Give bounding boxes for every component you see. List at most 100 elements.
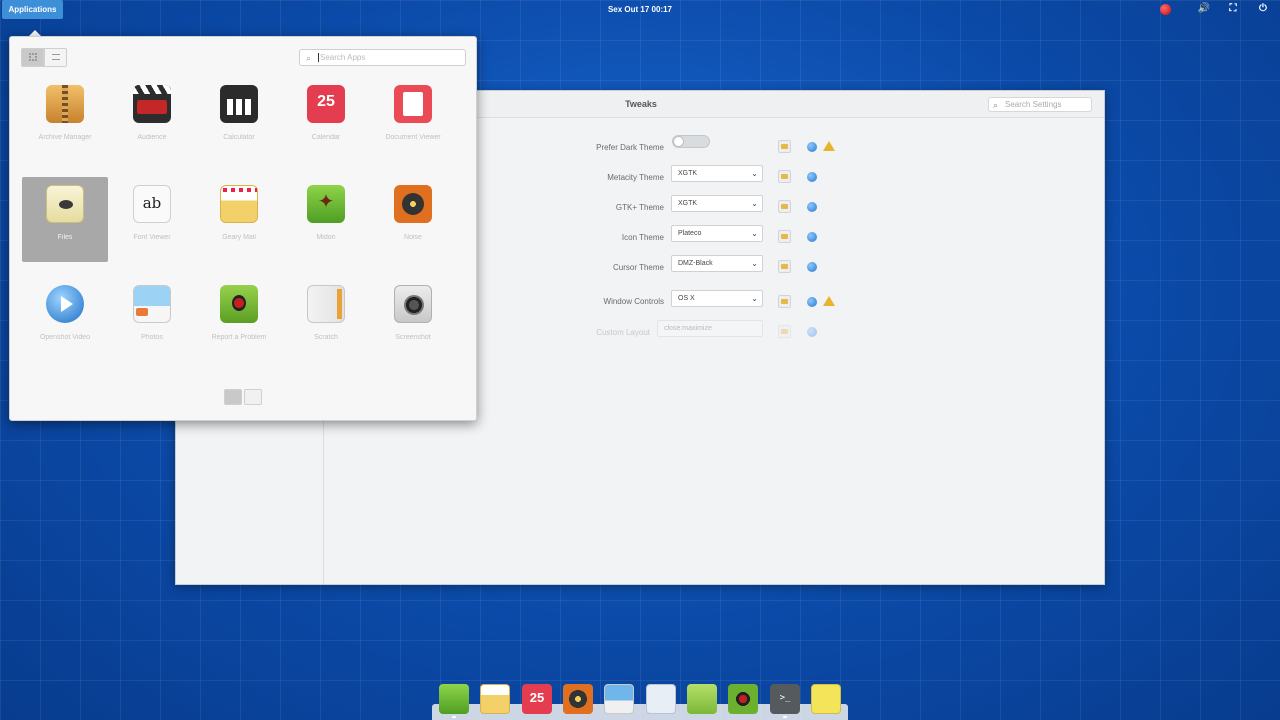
open-folder-button[interactable] <box>778 200 791 213</box>
text-cursor <box>318 53 319 62</box>
app-search-input[interactable]: ⌕ Search Apps <box>299 49 466 66</box>
font-viewer-icon: ab <box>133 185 171 223</box>
dock-mail-icon[interactable] <box>480 684 510 714</box>
dock-music-icon[interactable] <box>563 684 593 714</box>
combo-value: XGTK <box>678 200 698 207</box>
network-icon[interactable]: ⛶ <box>1226 3 1240 17</box>
screenshot-icon <box>394 285 432 323</box>
app-tile-noise[interactable]: Noise <box>370 177 456 262</box>
app-label: Openshot Video <box>39 334 91 341</box>
dock-photos-icon[interactable] <box>604 684 634 714</box>
app-tile-scratch[interactable]: Scratch <box>283 277 369 362</box>
custom-layout-input: close:maximize <box>657 320 763 337</box>
settings-search-placeholder: Search Settings <box>1005 100 1062 109</box>
chevron-down-icon: ⌄ <box>751 259 758 268</box>
global-setting-icon[interactable] <box>807 262 817 272</box>
dock-bug-icon[interactable] <box>728 684 758 714</box>
setting-label: GTK+ Theme <box>615 203 664 212</box>
notification-icon[interactable] <box>1158 3 1172 17</box>
dock-notes-icon[interactable] <box>811 684 841 714</box>
document-viewer-icon <box>394 85 432 123</box>
settings-search-input[interactable]: ⌕ Search Settings <box>988 97 1092 112</box>
app-label: Geary Mail <box>222 234 256 241</box>
page-2-button[interactable] <box>244 389 262 405</box>
app-label: Midori <box>316 234 336 241</box>
scratch-icon <box>307 285 345 323</box>
dock-midori-icon[interactable] <box>439 684 469 714</box>
setting-label: Cursor Theme <box>613 263 664 272</box>
dock-terminal-icon[interactable]: >_ <box>770 684 800 714</box>
files-icon <box>46 185 84 223</box>
app-tile-midori[interactable]: Midori <box>283 177 369 262</box>
video-player-icon <box>46 285 84 323</box>
app-tile-archive-manager[interactable]: Archive Manager <box>22 77 108 162</box>
noise-icon <box>394 185 432 223</box>
global-setting-icon[interactable] <box>807 232 817 242</box>
dock: 25 >_ <box>432 678 848 720</box>
global-setting-icon[interactable] <box>807 202 817 212</box>
combo-value: OS X <box>678 295 695 302</box>
search-icon: ⌕ <box>306 53 312 63</box>
window-title: Tweaks <box>625 99 657 109</box>
global-setting-icon[interactable] <box>807 172 817 182</box>
combo-value: close:maximize <box>664 325 712 332</box>
applications-button[interactable]: Applications <box>2 0 63 36</box>
open-folder-button[interactable] <box>778 170 791 183</box>
dock-switchboard-icon[interactable] <box>646 684 676 714</box>
dock-calendar-icon[interactable]: 25 <box>522 684 552 714</box>
setting-label: Icon Theme <box>621 233 664 242</box>
app-tile-calendar[interactable]: 25 Calendar <box>283 77 369 162</box>
gtk-theme-select[interactable]: XGTK ⌄ <box>671 195 763 212</box>
app-label: Noise <box>404 234 422 241</box>
app-tile-geary-mail[interactable]: Geary Mail <box>196 177 282 262</box>
global-setting-icon <box>807 327 817 337</box>
app-tile-document-viewer[interactable]: Document Viewer <box>370 77 456 162</box>
app-label: Scratch <box>314 334 338 341</box>
applications-menu: ⌕ Search Apps Archive Manager Audience C… <box>9 36 477 421</box>
open-folder-button[interactable] <box>778 140 791 153</box>
grid-view-button[interactable] <box>21 48 44 67</box>
power-icon[interactable]: ⏻ <box>1256 3 1270 17</box>
report-problem-icon <box>220 285 258 323</box>
app-tile-report-problem[interactable]: Report a Problem <box>196 277 282 362</box>
dock-store-icon[interactable] <box>687 684 717 714</box>
cursor-theme-select[interactable]: DMZ-Black ⌄ <box>671 255 763 272</box>
app-tile-audience[interactable]: Audience <box>109 77 195 162</box>
app-label: Files <box>57 234 73 241</box>
photos-icon <box>133 285 171 323</box>
top-panel: Applications Sex Out 17 00:17 🔊 ⛶ ⏻ <box>0 0 1280 36</box>
running-indicator <box>783 716 787 718</box>
open-folder-button[interactable] <box>778 260 791 273</box>
app-tile-screenshot[interactable]: Screenshot <box>370 277 456 362</box>
audience-icon <box>133 85 171 123</box>
combo-value: XGTK <box>678 170 698 177</box>
page-1-button[interactable] <box>224 389 242 405</box>
chevron-down-icon: ⌄ <box>751 229 758 238</box>
window-controls-select[interactable]: OS X ⌄ <box>671 290 763 307</box>
category-view-button[interactable] <box>44 48 67 67</box>
setting-label: Metacity Theme <box>607 173 664 182</box>
calculator-icon <box>220 85 258 123</box>
volume-icon[interactable]: 🔊 <box>1197 3 1211 17</box>
clock[interactable]: Sex Out 17 00:17 <box>600 5 680 14</box>
app-tile-video[interactable]: Openshot Video <box>22 277 108 362</box>
setting-label: Window Controls <box>603 297 664 306</box>
app-tile-photos[interactable]: Photos <box>109 277 195 362</box>
prefer-dark-theme-toggle[interactable] <box>672 135 710 148</box>
metacity-theme-select[interactable]: XGTK ⌄ <box>671 165 763 182</box>
combo-value: DMZ-Black <box>678 260 713 267</box>
calendar-icon: 25 <box>307 85 345 123</box>
global-setting-icon[interactable] <box>807 142 817 152</box>
open-folder-button[interactable] <box>778 230 791 243</box>
global-setting-icon[interactable] <box>807 297 817 307</box>
app-tile-files[interactable]: Files <box>22 177 108 262</box>
app-label: Report a Problem <box>211 334 267 341</box>
app-tile-font-viewer[interactable]: ab Font Viewer <box>109 177 195 262</box>
app-label: Calendar <box>311 134 341 141</box>
app-tile-calculator[interactable]: Calculator <box>196 77 282 162</box>
setting-label: Prefer Dark Theme <box>596 143 664 152</box>
app-label: Photos <box>141 334 163 341</box>
chevron-down-icon: ⌄ <box>751 199 758 208</box>
open-folder-button[interactable] <box>778 295 791 308</box>
icon-theme-select[interactable]: Plateco ⌄ <box>671 225 763 242</box>
